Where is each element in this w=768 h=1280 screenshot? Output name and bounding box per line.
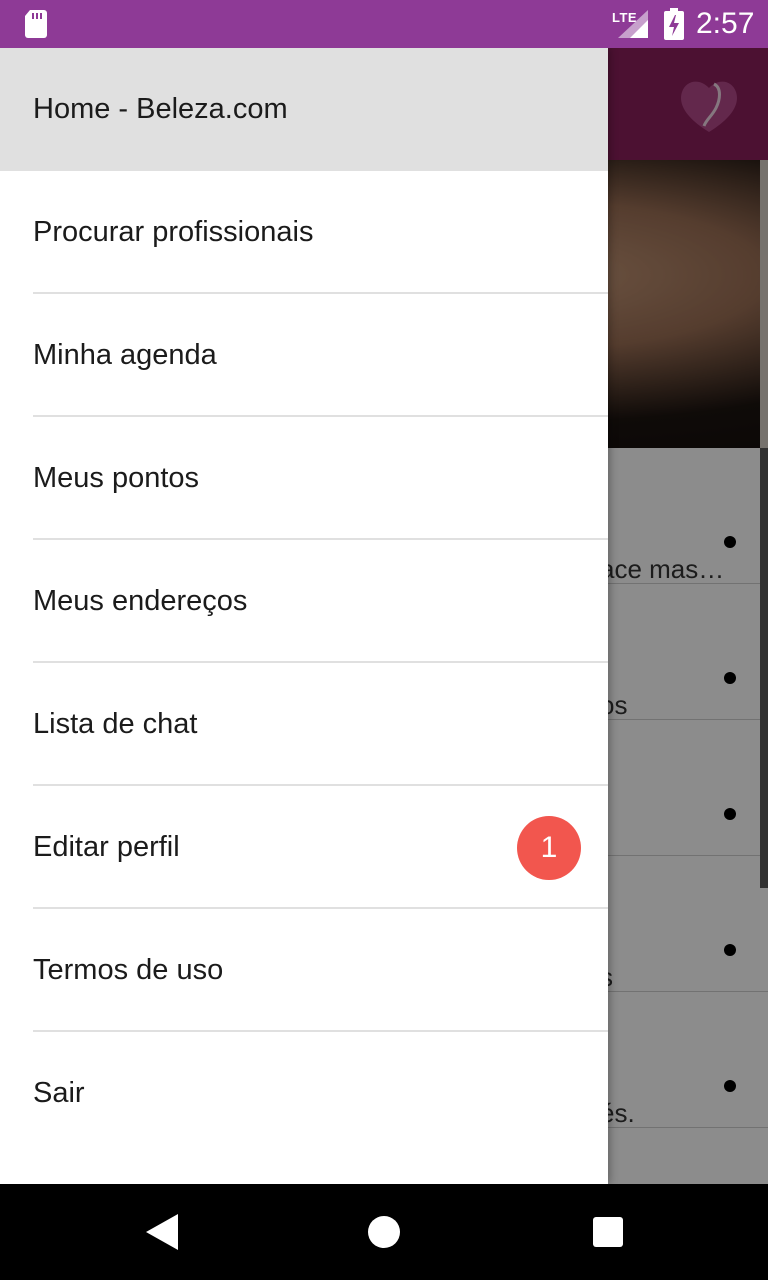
home-icon[interactable]	[368, 1216, 400, 1248]
signal-icon	[618, 10, 648, 38]
drawer-item-procurar-profissionais[interactable]: Procurar profissionais	[0, 171, 608, 294]
drawer-item-termos-de-uso[interactable]: Termos de uso	[0, 909, 608, 1032]
drawer-item-home[interactable]: Home - Beleza.com	[0, 48, 608, 171]
status-bar: LTE 2:57	[0, 0, 768, 48]
drawer-item-label: Editar perfil	[33, 831, 180, 863]
drawer-item-meus-pontos[interactable]: Meus pontos	[0, 417, 608, 540]
drawer-item-label: Meus pontos	[33, 462, 200, 494]
recents-icon[interactable]	[593, 1217, 623, 1247]
drawer-item-minha-agenda[interactable]: Minha agenda	[0, 294, 608, 417]
drawer-item-label: Lista de chat	[33, 708, 198, 740]
drawer-item-lista-de-chat[interactable]: Lista de chat	[0, 663, 608, 786]
battery-charging-icon	[664, 8, 684, 40]
drawer-item-label: Home - Beleza.com	[33, 93, 288, 125]
drawer-item-meus-enderecos[interactable]: Meus endereços	[0, 540, 608, 663]
drawer-item-label: Termos de uso	[33, 954, 224, 986]
notification-badge: 1	[517, 815, 581, 880]
navigation-drawer: Home - Beleza.com Procurar profissionais…	[0, 48, 608, 1184]
drawer-item-sair[interactable]: Sair	[0, 1032, 608, 1155]
drawer-item-label: Procurar profissionais	[33, 216, 314, 248]
status-time: 2:57	[696, 7, 755, 40]
back-icon[interactable]	[146, 1214, 178, 1250]
drawer-item-editar-perfil[interactable]: Editar perfil 1	[0, 786, 608, 909]
drawer-item-label: Meus endereços	[33, 585, 248, 617]
drawer-item-label: Sair	[33, 1077, 85, 1109]
sd-card-icon	[25, 10, 47, 38]
system-nav-bar	[0, 1184, 768, 1280]
drawer-item-label: Minha agenda	[33, 339, 217, 371]
